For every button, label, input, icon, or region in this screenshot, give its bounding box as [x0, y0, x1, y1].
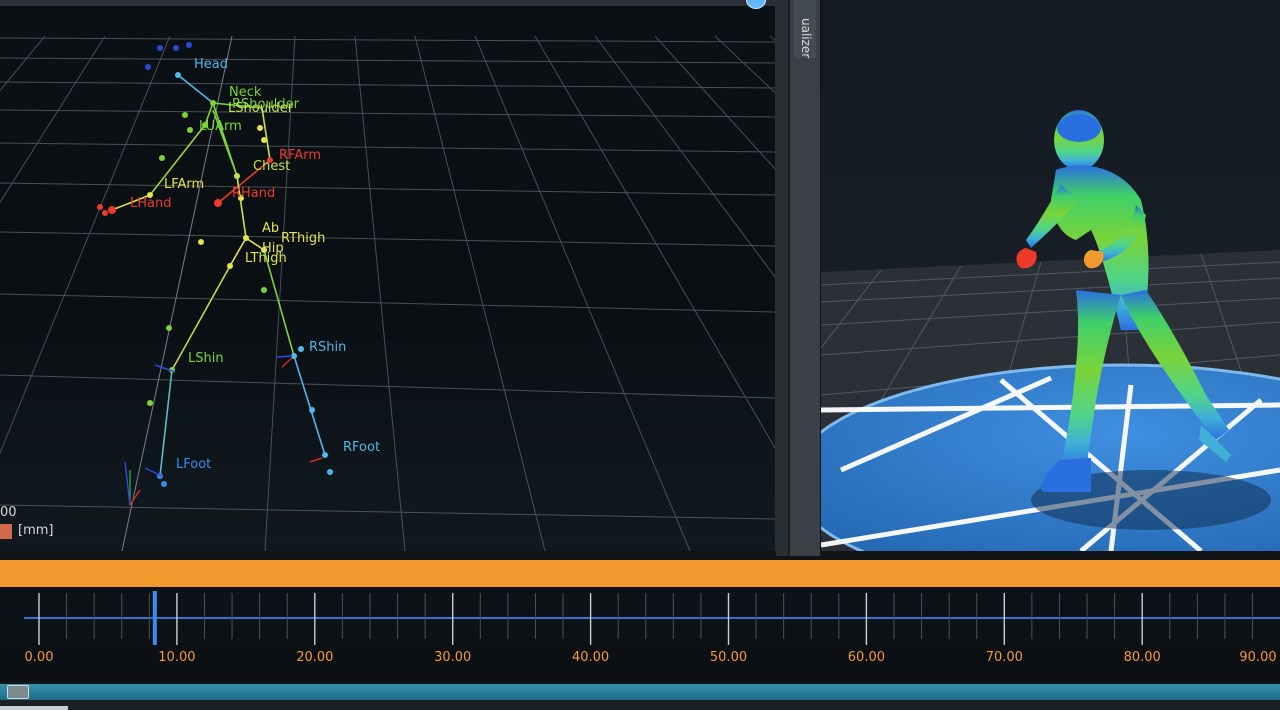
tick-label: 60.00 [847, 650, 885, 665]
joint-label-rfoot: RFoot [343, 440, 381, 455]
tick-label: 10.00 [158, 650, 196, 665]
floor-grid [0, 35, 775, 551]
joint-label-lfoot: LFoot [176, 457, 212, 472]
joint-label-chest: Chest [253, 159, 291, 174]
joint-label-ab: Ab [262, 221, 280, 236]
visualizer-scene [821, 0, 1280, 551]
joint-label-rthigh: RThigh [281, 231, 326, 246]
scale-value: 00 [0, 505, 17, 520]
timeline-header-bar [0, 560, 1280, 587]
divider-line [788, 0, 790, 556]
timeline-ruler[interactable] [6, 587, 1280, 681]
panel-divider[interactable] [776, 0, 820, 556]
tick-label: 40.00 [571, 650, 610, 665]
tick-label: 30.00 [434, 650, 472, 665]
bottom-tab[interactable] [0, 706, 68, 710]
divider-handle[interactable] [790, 0, 820, 556]
timeline-scrollbar[interactable] [0, 683, 1280, 700]
tick-label: 70.00 [985, 650, 1023, 665]
joint-label-lshin: LShin [188, 351, 224, 366]
visualizer-viewport[interactable] [821, 0, 1280, 551]
joint-label-head: Head [194, 57, 228, 72]
tick-label: 80.00 [1123, 650, 1161, 665]
joint-label-lfarm: LFArm [164, 177, 205, 192]
tick-label: 90.00 [1239, 650, 1277, 665]
playhead[interactable] [152, 591, 157, 645]
joint-label-lhand: LHand [130, 196, 172, 211]
skeleton-viewport[interactable]: Head Neck RShoulder LShoulder LUArm RFArm Ches… [0, 0, 776, 551]
joint-label-luarm: LUArm [199, 119, 242, 134]
joint-label-lthigh: LThigh [245, 251, 287, 266]
tick-label: 0.00 [24, 650, 54, 665]
tick-label: 50.00 [709, 650, 748, 665]
status-strip [0, 700, 1280, 710]
timeline-track[interactable] [6, 587, 1280, 681]
joint-label-rshin: RShin [309, 340, 347, 355]
scale-color-swatch [0, 524, 12, 539]
scrollbar-thumb[interactable] [7, 685, 29, 699]
joint-label-rhand: RHand [232, 186, 276, 201]
tab-visualizer[interactable]: ualizer [794, 0, 816, 58]
tick-label: 20.00 [296, 650, 334, 665]
scale-unit-label: [mm] [18, 523, 54, 538]
joint-label-lshoulder: LShoulder [228, 101, 294, 116]
viewport-header-strip [0, 0, 775, 6]
